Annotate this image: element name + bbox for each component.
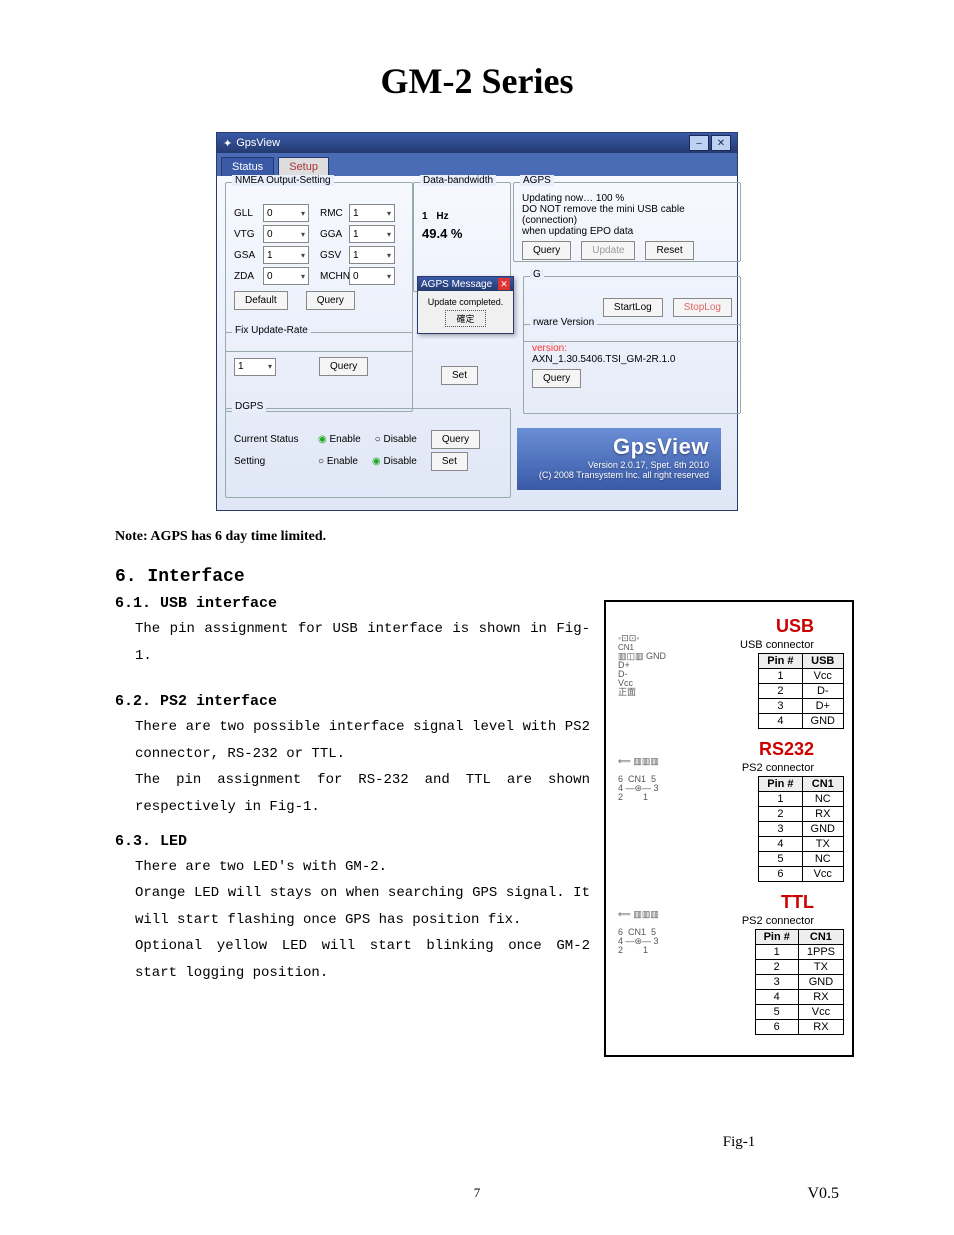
agps-message-dialog: AGPS Message ✕ Update completed. 確定	[417, 276, 514, 334]
text-6-2-1: There are two possible interface signal …	[135, 714, 590, 767]
databw-legend: Data-bandwidth	[420, 175, 496, 186]
agps-group: AGPS Updating now… 100 % DO NOT remove t…	[513, 182, 741, 262]
agps-status-2: DO NOT remove the mini USB cable (connec…	[522, 204, 732, 226]
zda-select[interactable]: 0	[263, 267, 309, 285]
agps-reset-button[interactable]: Reset	[645, 241, 693, 260]
fig-caption: Fig-1	[624, 1134, 854, 1151]
gpsview-window: ✦ GpsView – ✕ Status Setup NMEA Output-S…	[216, 132, 738, 511]
glog-legend: G	[530, 269, 544, 280]
mchn-select[interactable]: 0	[349, 267, 395, 285]
agps-update-button[interactable]: Update	[581, 241, 635, 260]
dgps-current-disable[interactable]: Disable	[375, 434, 417, 445]
doc-version: V0.5	[779, 1185, 839, 1203]
rs232-section: RS232 ⟸ ▥▥▥6 CN1 54 —⊛— 32 1 PS2 connect…	[614, 739, 844, 882]
gga-select[interactable]: 1	[349, 225, 395, 243]
gll-select[interactable]: 0	[263, 204, 309, 222]
ttl-table: Pin #CN1 11PPS 2TX 3GND 4RX 5Vcc 6RX	[755, 929, 844, 1035]
fixrate-select[interactable]: 1	[234, 358, 276, 376]
text-6-1: The pin assignment for USB interface is …	[135, 616, 590, 669]
banner-line1: Version 2.0.17, Spet. 6th 2010	[529, 460, 709, 470]
agps-query-button[interactable]: Query	[522, 241, 571, 260]
hz-value: 1	[422, 211, 428, 222]
banner-line2: (C) 2008 Transystem Inc. all right reser…	[529, 470, 709, 480]
rmc-label: RMC	[320, 208, 346, 219]
firmware-sublabel: version:	[532, 343, 732, 354]
rmc-select[interactable]: 1	[349, 204, 395, 222]
agps-note: Note: AGPS has 6 day time limited.	[115, 529, 326, 544]
app-icon: ✦	[223, 137, 232, 150]
usb-section: USB ◦⊡⊡◦CN1▥◫▥ GND D+ D- Vcc正面 USB conne…	[614, 616, 844, 729]
window-title: GpsView	[236, 137, 280, 149]
gsa-label: GSA	[234, 250, 260, 261]
bw-percent: 49.4 %	[422, 226, 502, 241]
startlog-button[interactable]: StartLog	[603, 298, 663, 317]
nmea-legend: NMEA Output-Setting	[232, 175, 334, 186]
vtg-select[interactable]: 0	[263, 225, 309, 243]
ttl-plug-art: ⟸ ▥▥▥6 CN1 54 —⊛— 32 1	[618, 910, 659, 955]
gsa-select[interactable]: 1	[263, 246, 309, 264]
text-6-3-1: There are two LED's with GM-2.	[135, 854, 590, 881]
heading-6-3: 6.3. LED	[115, 833, 590, 850]
fixrate-legend: Fix Update-Rate	[232, 325, 311, 336]
agps-message-text: Update completed.	[424, 297, 507, 307]
close-button[interactable]: ✕	[711, 135, 731, 151]
ttl-section: TTL ⟸ ▥▥▥6 CN1 54 —⊛— 32 1 PS2 connector…	[614, 892, 844, 1035]
agps-message-ok-button[interactable]: 確定	[445, 310, 485, 327]
firmware-group: rware Version version: AXN_1.30.5406.TSI…	[523, 324, 741, 414]
tab-setup[interactable]: Setup	[278, 157, 329, 176]
agps-status-3: when updating EPO data	[522, 226, 732, 237]
dgps-query-button[interactable]: Query	[431, 430, 480, 449]
gga-label: GGA	[320, 229, 346, 240]
fixrate-set-button[interactable]: Set	[441, 366, 478, 385]
page-number: 7	[175, 1185, 779, 1203]
agps-status-1: Updating now… 100 %	[522, 193, 732, 204]
usb-plug-art: ◦⊡⊡◦CN1▥◫▥ GND D+ D- Vcc正面	[618, 634, 666, 697]
gll-label: GLL	[234, 208, 260, 219]
banner-title: GpsView	[613, 434, 709, 459]
dgps-current-enable[interactable]: Enable	[318, 434, 361, 445]
page-title: GM-2 Series	[115, 60, 839, 102]
gsv-select[interactable]: 1	[349, 246, 395, 264]
mchn-label: MCHN	[320, 271, 346, 282]
firmware-query-button[interactable]: Query	[532, 369, 581, 388]
heading-6-2: 6.2. PS2 interface	[115, 693, 590, 710]
zda-label: ZDA	[234, 271, 260, 282]
agps-legend: AGPS	[520, 175, 554, 186]
pin-diagram: USB ◦⊡⊡◦CN1▥◫▥ GND D+ D- Vcc正面 USB conne…	[604, 600, 854, 1057]
fixrate-group: Fix Update-Rate 1 Query	[225, 332, 413, 412]
firmware-value: AXN_1.30.5406.TSI_GM-2R.1.0	[532, 354, 732, 365]
heading-6-1: 6.1. USB interface	[115, 595, 590, 612]
titlebar: ✦ GpsView – ✕	[217, 133, 737, 153]
dgps-current-label: Current Status	[234, 434, 304, 445]
minimize-button[interactable]: –	[689, 135, 709, 151]
rs232-table: Pin #CN1 1NC 2RX 3GND 4TX 5NC 6Vcc	[758, 776, 844, 882]
text-6-2-2: The pin assignment for RS-232 and TTL ar…	[135, 767, 590, 820]
agps-message-close-icon[interactable]: ✕	[498, 278, 510, 290]
fixrate-query-button[interactable]: Query	[319, 357, 368, 376]
tab-status[interactable]: Status	[221, 157, 274, 176]
dgps-setting-disable[interactable]: Disable	[372, 456, 417, 467]
agps-message-title: AGPS Message	[421, 279, 492, 290]
usb-table: Pin #USB 1Vcc 2D- 3D+ 4GND	[758, 653, 844, 729]
gsv-label: GSV	[320, 250, 346, 261]
dgps-group: DGPS Current Status Enable Disable Query…	[225, 408, 511, 498]
banner: GpsView Version 2.0.17, Spet. 6th 2010 (…	[517, 428, 721, 490]
firmware-legend: rware Version	[530, 317, 597, 328]
nmea-query-button[interactable]: Query	[306, 291, 355, 310]
rs232-plug-art: ⟸ ▥▥▥6 CN1 54 —⊛— 32 1	[618, 757, 659, 802]
dgps-setting-enable[interactable]: Enable	[318, 456, 358, 467]
vtg-label: VTG	[234, 229, 260, 240]
nmea-default-button[interactable]: Default	[234, 291, 288, 310]
heading-6: 6. Interface	[115, 567, 590, 587]
dgps-set-button[interactable]: Set	[431, 452, 468, 471]
stoplog-button[interactable]: StopLog	[673, 298, 732, 317]
dgps-legend: DGPS	[232, 401, 266, 412]
text-6-3-2: Orange LED will stays on when searching …	[135, 880, 590, 933]
tab-bar: Status Setup	[217, 153, 737, 176]
text-6-3-3: Optional yellow LED will start blinking …	[135, 933, 590, 986]
dgps-setting-label: Setting	[234, 456, 304, 467]
hz-label: Hz	[436, 211, 448, 222]
